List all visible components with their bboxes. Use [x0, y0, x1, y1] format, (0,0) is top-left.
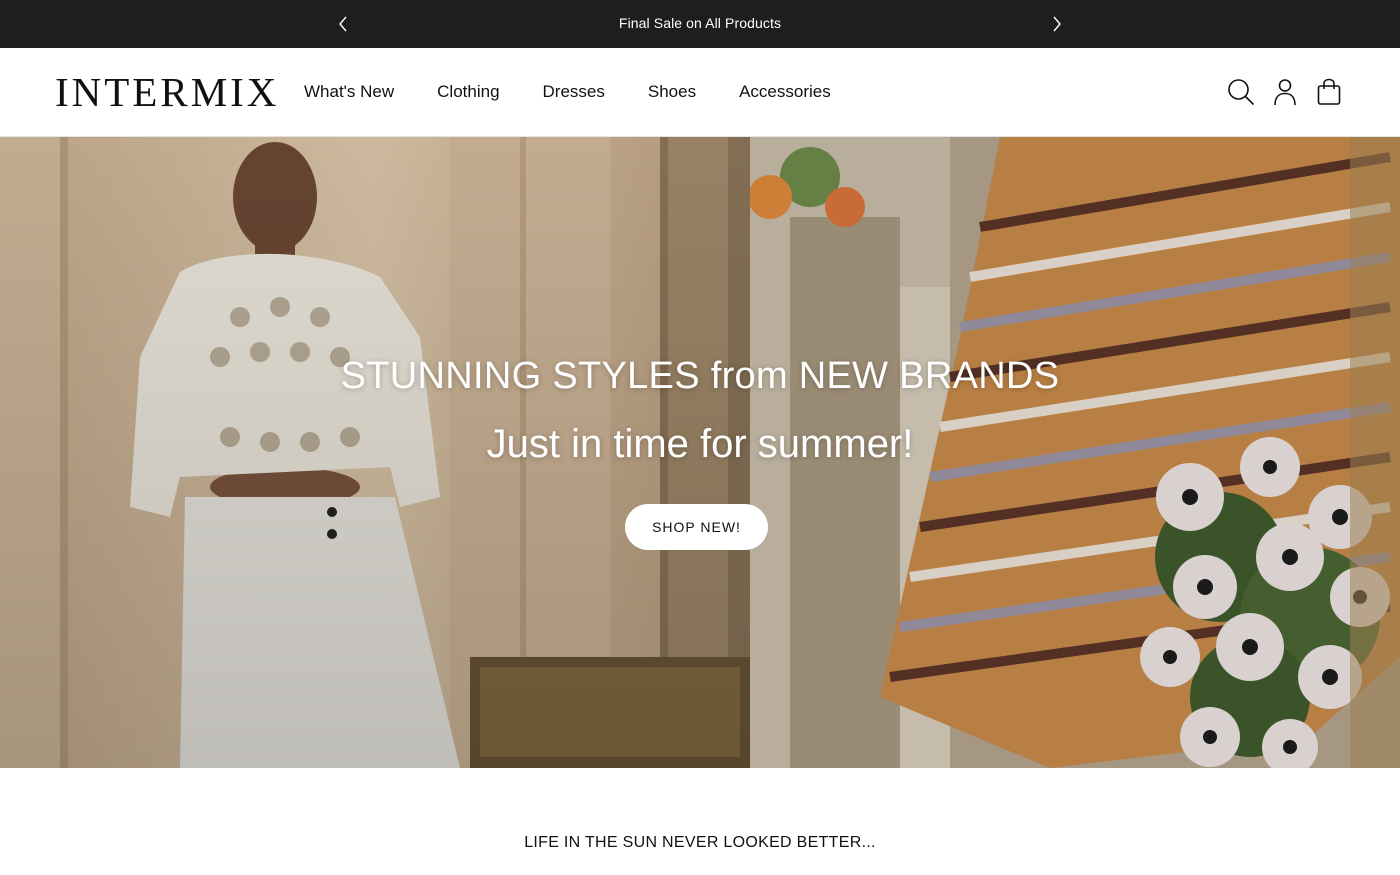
hero-banner[interactable]: STUNNING STYLES from NEW BRANDS Just in … — [0, 137, 1400, 768]
promo-text[interactable]: Final Sale on All Products — [0, 15, 1400, 31]
hero-title: STUNNING STYLES from NEW BRANDS — [340, 355, 1060, 397]
main-nav: What's New Clothing Dresses Shoes Access… — [304, 82, 874, 102]
site-header: INTERMIX What's New Clothing Dresses Sho… — [0, 48, 1400, 137]
promo-next-button[interactable] — [1045, 12, 1069, 36]
nav-item-dresses[interactable]: Dresses — [543, 82, 605, 102]
nav-item-shoes[interactable]: Shoes — [648, 82, 696, 102]
chevron-right-icon — [1053, 16, 1061, 32]
search-button[interactable] — [1226, 77, 1256, 107]
intermix-logo[interactable]: INTERMIX — [55, 72, 279, 113]
shopping-bag-button[interactable] — [1314, 77, 1344, 107]
shopping-bag-icon — [1317, 78, 1341, 105]
section-tagline: LIFE IN THE SUN NEVER LOOKED BETTER... — [524, 834, 876, 851]
nav-item-accessories[interactable]: Accessories — [739, 82, 831, 102]
shop-new-button[interactable]: SHOP NEW! — [625, 504, 768, 550]
account-button[interactable] — [1270, 77, 1300, 107]
nav-item-whats-new[interactable]: What's New — [304, 82, 394, 102]
account-icon — [1274, 79, 1296, 106]
hero-subtitle: Just in time for summer! — [486, 422, 914, 466]
nav-item-clothing[interactable]: Clothing — [437, 82, 499, 102]
promo-bar: Final Sale on All Products — [0, 0, 1400, 48]
search-icon — [1228, 79, 1255, 106]
header-icons — [1212, 77, 1344, 107]
